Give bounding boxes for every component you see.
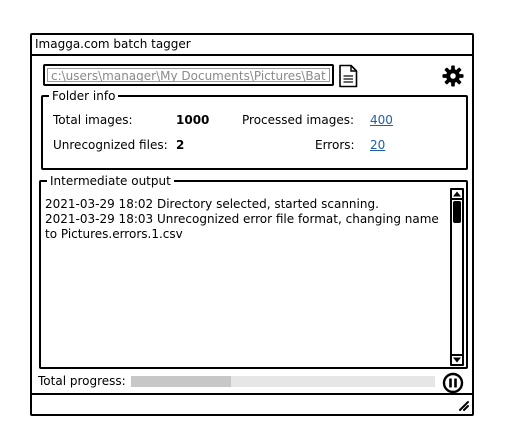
scroll-down-button[interactable]	[450, 354, 464, 366]
output-log: 2021-03-29 18:02 Directory selected, sta…	[45, 197, 439, 241]
folder-path-value[interactable]: c:\users\manager\My Documents\Pictures\B…	[47, 68, 330, 82]
total-progress-bar	[131, 376, 435, 387]
folder-path-input[interactable]: c:\users\manager\My Documents\Pictures\B…	[43, 64, 334, 86]
errors-label: Errors:	[315, 138, 355, 152]
pause-icon[interactable]	[442, 372, 464, 394]
resize-grip-icon[interactable]	[456, 398, 470, 412]
arrow-up-icon	[453, 191, 461, 197]
errors-link[interactable]: 20	[370, 138, 385, 152]
total-images-value: 1000	[176, 113, 210, 127]
processed-images-label: Processed images:	[242, 113, 355, 127]
intermediate-output-group: Intermediate output 2021-03-29 18:02 Dir…	[39, 175, 468, 369]
total-progress-fill	[131, 376, 232, 387]
status-bar	[32, 393, 472, 414]
arrow-down-icon	[453, 357, 461, 363]
intermediate-output-legend: Intermediate output	[50, 174, 171, 188]
folder-info-legend: Folder info	[52, 89, 116, 103]
total-images-label: Total images:	[53, 113, 133, 127]
total-progress-label: Total progress:	[38, 374, 126, 388]
processed-images-link[interactable]: 400	[370, 113, 393, 127]
file-icon[interactable]	[337, 64, 359, 88]
app-window: Imagga.com batch tagger c:\users\manager…	[30, 33, 474, 416]
gear-icon[interactable]	[442, 65, 464, 87]
folder-info-group: Folder info Total images: 1000 Processed…	[41, 90, 468, 170]
unrecognized-files-value: 2	[176, 138, 185, 152]
window-title: Imagga.com batch tagger	[32, 35, 472, 56]
output-scrollbar[interactable]	[450, 188, 464, 366]
scroll-thumb[interactable]	[453, 201, 461, 223]
unrecognized-files-label: Unrecognized files:	[53, 138, 168, 152]
